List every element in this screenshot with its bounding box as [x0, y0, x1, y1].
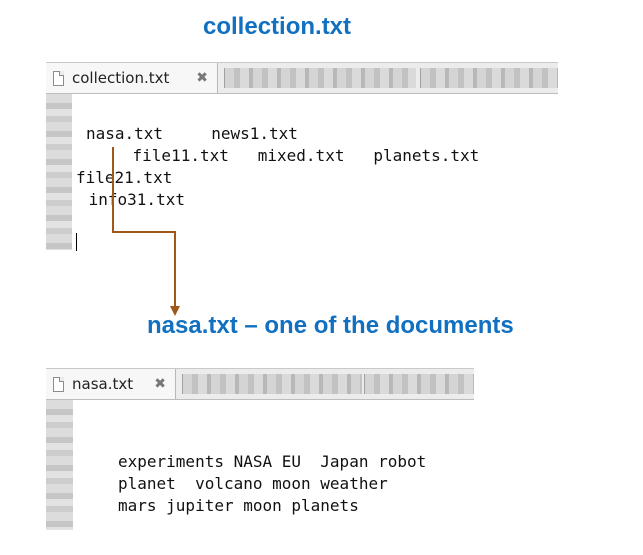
- text-line: file11.txt mixed.txt planets.txt: [94, 146, 480, 165]
- text-line: planet volcano moon weather: [118, 474, 388, 493]
- document-icon: [53, 376, 64, 392]
- text-line: info31.txt: [79, 190, 185, 209]
- close-icon[interactable]: ✖: [196, 70, 208, 86]
- tab-bar-nasa: nasa.txt ✖: [46, 368, 474, 400]
- tab-blurred[interactable]: [364, 374, 474, 394]
- line-number-gutter: [46, 94, 72, 250]
- tab-label: collection.txt: [72, 69, 170, 87]
- text-line: experiments NASA EU Japan robot: [118, 452, 427, 471]
- close-icon[interactable]: ✖: [154, 376, 166, 392]
- heading-nasa: nasa.txt – one of the documents: [147, 312, 514, 339]
- text-line: mars jupiter moon planets: [118, 496, 359, 515]
- heading-collection: collection.txt: [203, 13, 352, 40]
- editor-nasa[interactable]: experiments NASA EU Japan robot planet v…: [46, 400, 476, 530]
- tab-blurred[interactable]: [224, 68, 416, 88]
- text-line: file21.txt: [76, 168, 173, 187]
- text-line: nasa.txt news1.txt: [86, 124, 298, 143]
- text-cursor: [76, 233, 77, 251]
- tab-label: nasa.txt: [72, 375, 134, 393]
- editor-collection[interactable]: nasa.txt news1.txt file11.txt mixed.txt …: [46, 94, 566, 251]
- document-icon: [53, 70, 64, 86]
- tab-bar-collection: collection.txt ✖: [46, 62, 558, 94]
- line-number-gutter: [46, 400, 73, 530]
- tab-collection[interactable]: collection.txt ✖: [46, 63, 218, 93]
- tab-nasa[interactable]: nasa.txt ✖: [46, 369, 176, 399]
- tab-blurred[interactable]: [420, 68, 558, 88]
- tab-blurred[interactable]: [182, 374, 362, 394]
